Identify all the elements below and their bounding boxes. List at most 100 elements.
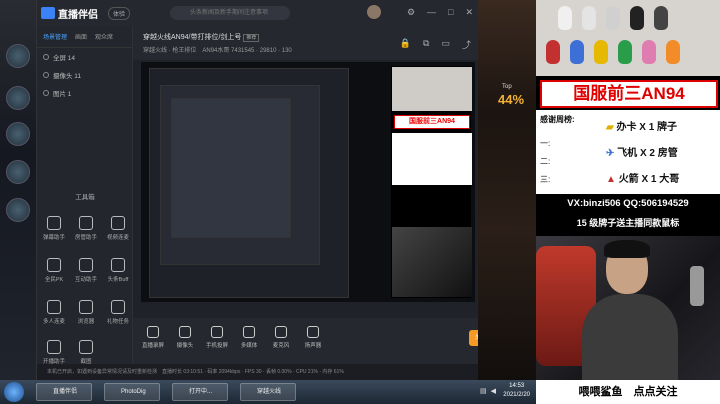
tool-label: 浏览器 <box>77 319 95 325</box>
reward-text: 飞机 X 2 房管 <box>617 148 678 159</box>
app-logo: 直播伴侣 <box>41 6 98 21</box>
mouse-image <box>606 6 620 30</box>
tool-video-link[interactable]: 视频连麦 <box>103 216 133 241</box>
taskbar-item[interactable]: 打开中... <box>172 383 228 401</box>
game-icon <box>6 122 30 146</box>
rank-name: 三: <box>540 175 551 184</box>
camera-button[interactable]: 摄像头 <box>173 326 197 349</box>
streaming-app-window: 直播伴侣 体验 头条新闻及新手期间注意事项 ⚙ — □ ✕ 场景管理 画面 观众… <box>36 0 505 380</box>
tab-scenes[interactable]: 场景管理 <box>43 32 67 41</box>
scene-item[interactable]: 摄像头 11 <box>37 66 132 84</box>
stream-title[interactable]: 穿越火线AN94/带打排位/剑上号 推荐 <box>143 32 260 42</box>
lock-icon[interactable]: 🔒 <box>400 38 411 51</box>
category-text: 穿越火线 · 枪王排位 <box>143 48 197 54</box>
mouse-image <box>630 6 644 30</box>
admin-icon <box>79 216 93 230</box>
chat-icon[interactable]: ▭ <box>441 38 450 51</box>
rank-name: 一: <box>540 139 551 148</box>
tool-browser[interactable]: 浏览器 <box>71 300 101 325</box>
reward-text: 办卡 X 1 牌子 <box>616 122 678 133</box>
camera-icon <box>179 326 191 338</box>
logo-icon <box>41 7 55 19</box>
clock[interactable]: 14:53 2021/2/20 <box>503 382 530 400</box>
search-input[interactable]: 头条新闻及新手期间注意事项 <box>170 6 291 20</box>
tool-label: 房管助手 <box>74 235 97 241</box>
taskbar-item[interactable]: PhotoDig <box>104 383 160 401</box>
game-icon <box>6 86 30 110</box>
phone-cast-button[interactable]: 手机投屏 <box>205 326 229 349</box>
minimize-button[interactable]: — <box>427 7 436 18</box>
scene-radio-icon <box>43 54 49 60</box>
network-icon[interactable]: ▤ <box>480 387 487 395</box>
mouse-image <box>558 6 572 30</box>
mic-button[interactable]: 麦克风 <box>269 326 293 349</box>
scene-item[interactable]: 图片 1 <box>37 84 132 102</box>
danmaku-icon <box>47 216 61 230</box>
maximize-button[interactable]: □ <box>448 7 453 18</box>
tool-label: 礼物任务 <box>106 319 129 325</box>
media-icon <box>243 326 255 338</box>
tool-screenshot[interactable]: 截图 <box>71 340 101 365</box>
mouse-image <box>654 6 668 30</box>
screen-record-button[interactable]: 直播录屏 <box>141 326 165 349</box>
tool-stream-helper[interactable]: 开播助手 <box>39 340 69 365</box>
tool-buff[interactable]: 头条Buff <box>103 258 133 283</box>
copy-icon[interactable]: ⧉ <box>423 38 429 51</box>
tool-danmaku[interactable]: 弹幕助手 <box>39 216 69 241</box>
tool-pk[interactable]: 全民PK <box>39 258 69 283</box>
close-button[interactable]: ✕ <box>465 7 473 18</box>
tool-room-admin[interactable]: 房管助手 <box>71 216 101 241</box>
tool-label: 弹幕助手 <box>42 235 65 241</box>
scene-label: 图片 1 <box>53 91 72 98</box>
avatar[interactable] <box>367 5 381 19</box>
clock-time: 14:53 <box>509 383 525 389</box>
taskbar-item[interactable]: 穿越火线 <box>240 383 296 401</box>
game-icon <box>6 44 30 68</box>
game-icon <box>6 198 30 222</box>
game-backdrop-left <box>0 0 36 380</box>
stream-category: 穿越火线 · 枪王排位 AN94水哥 7431545 · 29810 · 130 <box>143 45 292 54</box>
speaker-icon <box>307 326 319 338</box>
plane-icon: ✈ <box>606 148 615 159</box>
title-bar: 直播伴侣 体验 头条新闻及新手期间注意事项 ⚙ — □ ✕ <box>37 0 479 26</box>
stream-title-text: 穿越火线AN94/带打排位/剑上号 <box>143 34 242 41</box>
volume-icon[interactable]: ◀ <box>491 387 496 395</box>
phone-icon <box>211 326 223 338</box>
screenshot-icon <box>79 340 93 354</box>
media-button[interactable]: 多媒体 <box>237 326 261 349</box>
streamer-body <box>582 294 678 380</box>
card-icon: ▰ <box>606 122 614 133</box>
user-chip[interactable]: 体验 <box>108 6 131 20</box>
tool-interact[interactable]: 互动助手 <box>71 258 101 283</box>
nested-preview <box>149 68 349 298</box>
interact-icon <box>79 258 93 272</box>
scene-radio-icon <box>43 90 49 96</box>
tab-screen[interactable]: 画面 <box>75 32 87 41</box>
start-button[interactable] <box>4 382 24 402</box>
helper-icon <box>47 340 61 354</box>
reward-text: 火箭 X 1 大哥 <box>618 174 680 185</box>
multi-link-icon <box>47 300 61 314</box>
toolbox-title: 工具箱 <box>75 194 95 201</box>
speaker-button[interactable]: 扬声器 <box>301 326 325 349</box>
button-label: 直播录屏 <box>141 343 164 349</box>
tool-label: 视频连麦 <box>106 235 129 241</box>
button-label: 麦克风 <box>272 343 290 349</box>
mouse-image <box>642 40 656 64</box>
scene-item[interactable]: 全屏 14 <box>37 48 132 66</box>
tool-gift-task[interactable]: 礼物任务 <box>103 300 133 325</box>
thanks-label: 感谢周榜: <box>540 115 575 124</box>
tool-label: 互动助手 <box>74 277 97 283</box>
reward-row: ✈ 飞机 X 2 房管 <box>606 144 678 159</box>
stream-header: 穿越火线AN94/带打排位/剑上号 推荐 穿越火线 · 枪王排位 AN94水哥 … <box>133 26 479 60</box>
mouse-image <box>594 40 608 64</box>
share-icon[interactable]: ⤴ <box>462 38 471 51</box>
tool-multi-link[interactable]: 多人连麦 <box>39 300 69 325</box>
settings-icon[interactable]: ⚙ <box>407 7 415 18</box>
button-label: 摄像头 <box>176 343 194 349</box>
taskbar-item[interactable]: 直播伴侣 <box>36 383 92 401</box>
bottom-toolbar: 直播录屏 摄像头 手机投屏 多媒体 麦克风 扬声器 关闭直播 <box>133 318 505 364</box>
tab-audience[interactable]: 观众席 <box>95 32 113 41</box>
thanks-board: 感谢周榜: 一: 二: 三: ▰ 办卡 X 1 牌子 ✈ 飞机 X 2 房管 ▲… <box>536 110 720 194</box>
microphone <box>690 266 704 306</box>
